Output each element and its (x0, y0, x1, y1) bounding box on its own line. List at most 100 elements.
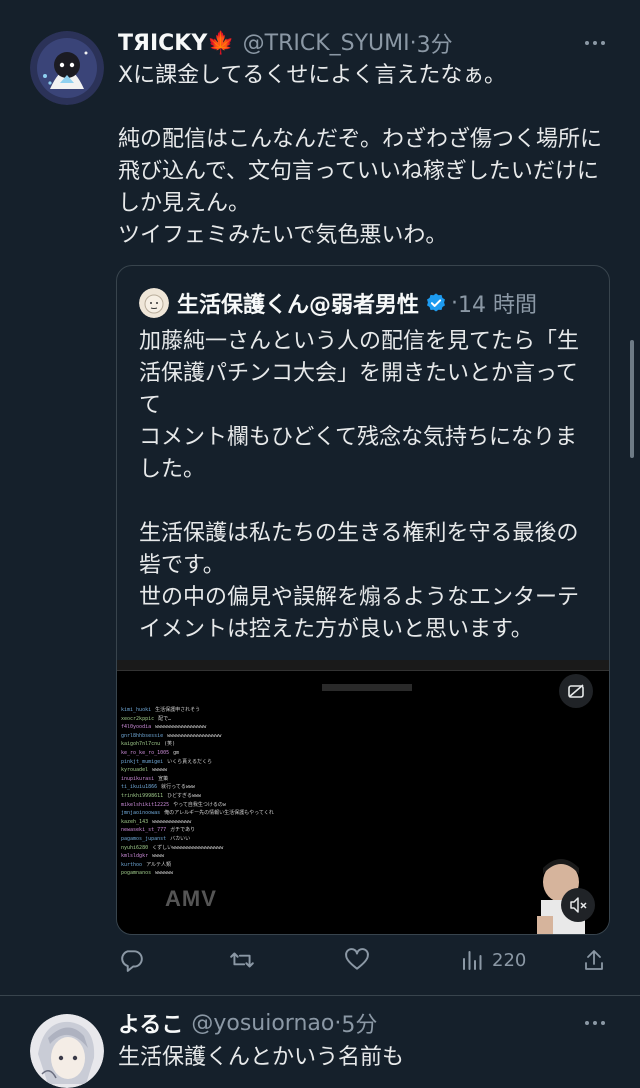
quoted-timestamp[interactable]: 14 時間 (458, 287, 537, 319)
stream-chat-log: kimi_huoki 生活保護申されそう xeocr2kppic 配で… f4l0yoo… (121, 706, 421, 878)
avatar[interactable] (30, 1014, 104, 1088)
chat-line: gnrl8hhbsessie wwwwwwwwwwwwwwwwww (121, 732, 421, 741)
chat-message: gm (173, 749, 180, 756)
like-button[interactable] (344, 944, 370, 976)
mute-button[interactable] (561, 888, 595, 922)
views-button[interactable]: 220 (460, 944, 526, 976)
quoted-tweet[interactable]: 生活保護くん@弱者男性 · 14 時間 加藤純一さんという人の配信を見てたら「生… (116, 265, 610, 935)
chat-message: 生活保護申されそう (155, 707, 201, 713)
chat-username: mikelshikit12225 (121, 801, 170, 808)
chat-message: いくら貰えるだくら (167, 758, 213, 765)
chat-line: jmnjaoinoowas 俺のアレルギー先の情報い生活保護もやってくれ (121, 809, 421, 818)
reply-button[interactable] (118, 944, 144, 976)
media-info-icon (568, 684, 584, 698)
chat-message: wwwwwwwwwwwwwwwwww (167, 732, 222, 739)
separator: · (334, 1010, 342, 1036)
chat-message: wwwwww (155, 870, 174, 877)
tweet-text-content: 生活保護くんとかいう名前も (118, 1045, 405, 1070)
more-options-icon[interactable] (582, 33, 608, 53)
video-media[interactable]: kimi_huoki 生活保護申されそう xeocr2kppic 配で… f4l0yoo… (117, 660, 609, 934)
chat-line: kaigoh7nl7cnu (笑) (121, 740, 421, 749)
timestamp[interactable]: 3分 (417, 27, 453, 59)
share-icon (585, 950, 603, 970)
display-name[interactable]: よるこ (118, 1007, 183, 1039)
chat-username: pogamnanos (121, 870, 152, 877)
chat-message: 配で… (158, 715, 172, 722)
chat-username: gnrl8hhbsessie (121, 732, 164, 739)
user-handle[interactable]: @TRICK_SYUMI (243, 31, 410, 56)
chat-username: pagamos_jupanst (121, 835, 167, 842)
tweet-text: Xに課金してるくせによく言えたなぁ。 純の配信はこんなんだぞ。わざわざ傷つく場所… (118, 60, 618, 252)
content-info-button[interactable] (559, 674, 593, 708)
chat-username: ke_ro_ke_ro_1005 (121, 749, 170, 756)
chat-line: ti_ikuiu1866 就行ってるwww (121, 783, 421, 792)
analytics-icon (463, 951, 482, 970)
repost-button[interactable] (228, 944, 256, 976)
view-count: 220 (492, 949, 527, 971)
chat-line: pagamos_jupanst バカいい (121, 835, 421, 844)
chat-line: pogamnanos wwwwww (121, 869, 421, 878)
tweet-text: 生活保護くんとかいう名前も (118, 1042, 618, 1074)
quoted-tweet-header: 生活保護くん@弱者男性 · 14 時間 (139, 286, 537, 320)
chat-line: xeocr2kppic 配で… (121, 715, 421, 724)
chat-input (121, 904, 291, 914)
chat-message: くずしいwwwwwwwwwwwwwwwww (152, 844, 224, 851)
chat-message: 宣策 (158, 775, 169, 782)
chat-message: 俺のアレルギー先の情報い生活保護もやってくれ (164, 810, 274, 817)
chat-line: kimi_huoki 生活保護申されそう (121, 706, 421, 715)
scrollbar[interactable] (630, 340, 634, 458)
separator: · (409, 30, 417, 56)
chat-line: kazeh_143 wwwwwwwwwwwww (121, 818, 421, 827)
chat-username: jmnjaoinoowas (121, 810, 161, 817)
chat-username: ti_ikuiu1866 (121, 784, 158, 791)
chat-username: kimi_huoki (121, 707, 152, 713)
chat-message: wwwwwwwwwwwww (152, 818, 192, 825)
chat-username: kyrouadel (121, 767, 149, 774)
tweet[interactable]: よるこ @yosuiornao · 5分 生活保護くんとかいう名前も (0, 996, 640, 1088)
chat-message: wwww (152, 853, 165, 860)
share-button[interactable] (582, 944, 606, 976)
quoted-text-content: 加藤純一さんという人の配信を見てたら「生活保護パチンコ大会」を開きたいとか言って… (139, 329, 580, 642)
reply-icon (121, 950, 143, 972)
chat-message: (笑) (164, 741, 176, 748)
chat-line: newaseki_st_777 ガチであり (121, 826, 421, 835)
quoted-tweet-text: 加藤純一さんという人の配信を見てたら「生活保護パチンコ大会」を開きたいとか言って… (139, 326, 599, 646)
tweet-text-content: Xに課金してるくせによく言えたなぁ。 純の配信はこんなんだぞ。わざわざ傷つく場所… (118, 63, 603, 248)
repost-icon (230, 952, 254, 968)
chat-line: trinkhi9998611 ひどすぎるwww (121, 792, 421, 801)
chat-username: kazeh_143 (121, 818, 149, 825)
chat-line: inupikurasi 宣策 (121, 775, 421, 784)
more-options-icon[interactable] (582, 1013, 608, 1033)
timestamp[interactable]: 5分 (341, 1007, 377, 1039)
quoted-avatar (139, 288, 169, 318)
chat-line: kurthoo アルテ人類 (121, 861, 421, 870)
heart-icon (345, 948, 369, 970)
chat-line: nyuhi6280 くずしいwwwwwwwwwwwwwwwww (121, 844, 421, 853)
chat-line: mikelshikit12225 やって自我生つけるのw (121, 801, 421, 810)
chat-message: 就行ってるwww (161, 784, 195, 791)
chat-line: kyrouadel wwwww (121, 766, 421, 775)
tweet[interactable]: TЯICKY🍁 @TRICK_SYUMI · 3分 Xに課金してるくせによく言え… (0, 0, 640, 995)
separator: · (451, 290, 459, 316)
chat-line: ke_ro_ke_ro_1005 gm (121, 749, 421, 758)
verified-badge-icon (427, 293, 445, 312)
volume-muted-icon (570, 897, 587, 913)
chat-message: ひどすぎるwww (167, 792, 202, 799)
user-handle[interactable]: @yosuiornao (191, 1011, 334, 1036)
chat-username: pinkjt_mumigei (121, 758, 164, 765)
chat-line: pinkjt_mumigei いくら貰えるだくら (121, 758, 421, 767)
avatar[interactable] (30, 31, 104, 105)
display-name[interactable]: TЯICKY🍁 (118, 31, 235, 56)
chat-message: バカいい (170, 835, 191, 842)
chat-message: やって自我生つけるのw (173, 801, 226, 808)
chat-line: kmlsldgkr wwww (121, 852, 421, 861)
chat-username: kaigoh7nl7cnu (121, 741, 161, 748)
video-titlebar (117, 660, 609, 671)
chat-username: nyuhi6280 (121, 844, 149, 851)
quoted-display-name[interactable]: 生活保護くん@弱者男性 (177, 287, 419, 319)
stream-info-bar (322, 684, 412, 691)
tweet-header: TЯICKY🍁 @TRICK_SYUMI · 3分 (118, 27, 453, 59)
chat-username: inupikurasi (121, 775, 155, 782)
chat-username: kurthoo (121, 861, 143, 868)
tweet-action-bar: 220 (118, 944, 614, 976)
